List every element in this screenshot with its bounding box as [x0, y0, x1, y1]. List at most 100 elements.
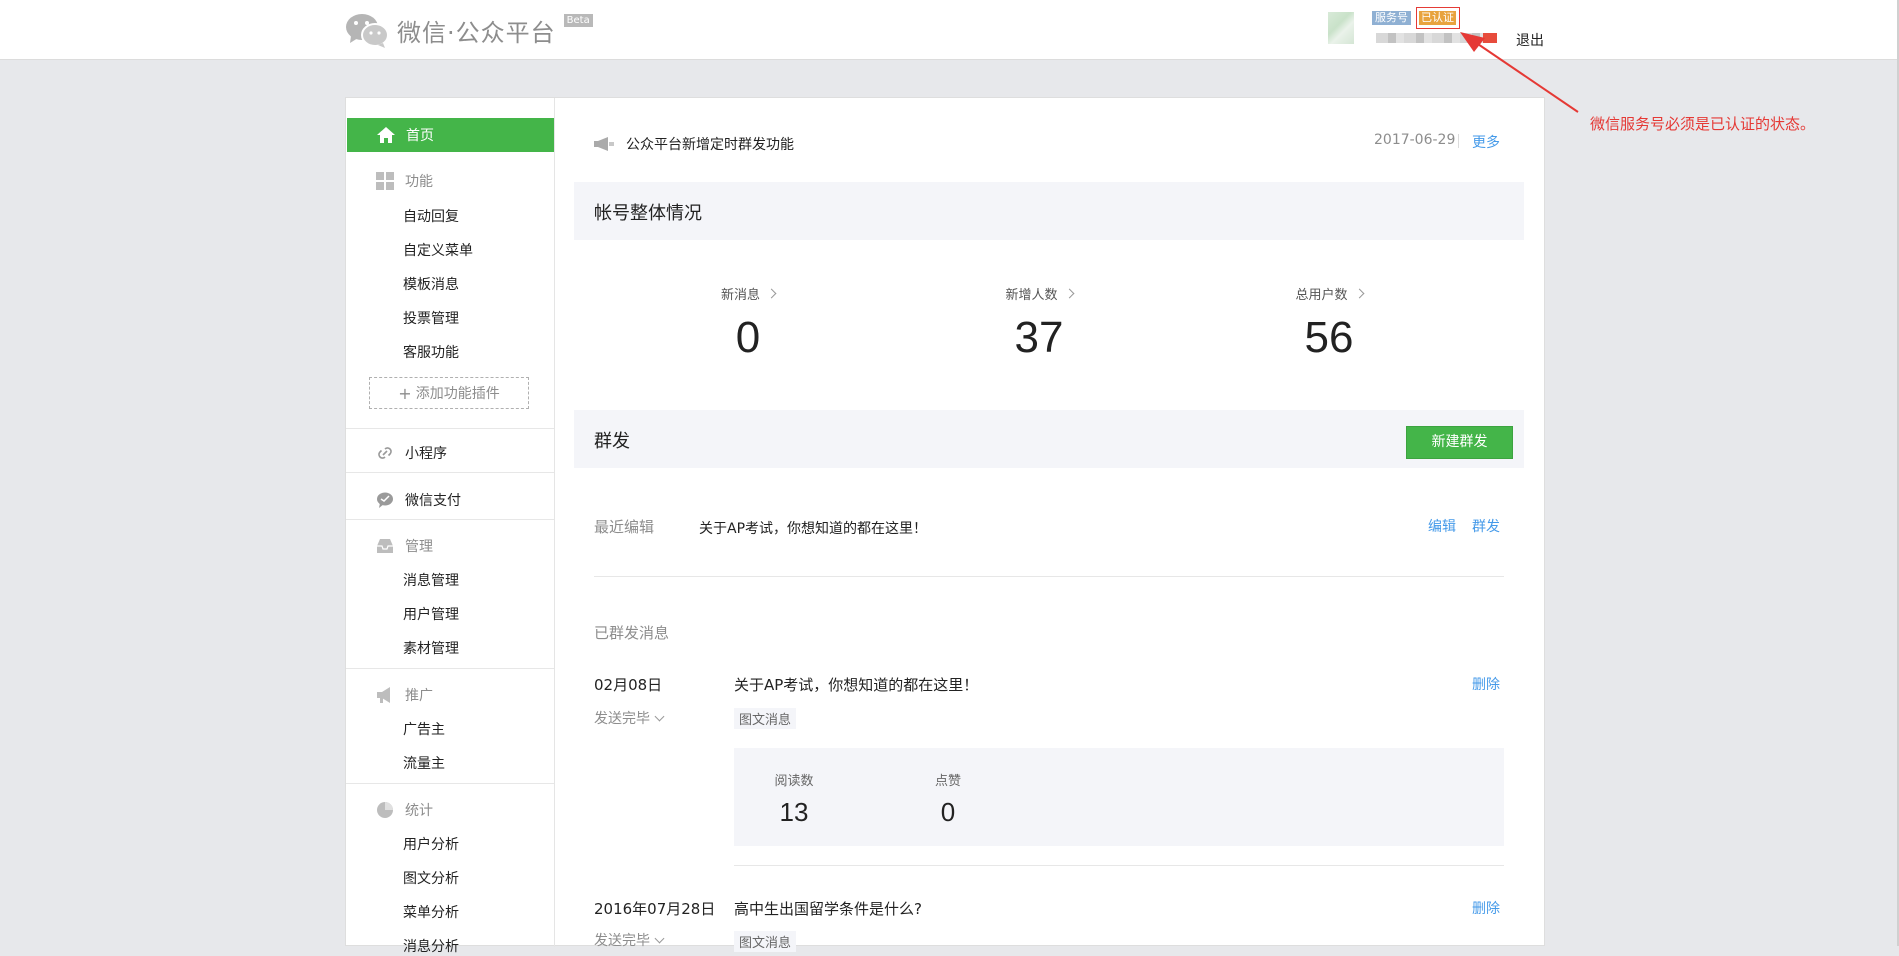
section-title: 推广: [405, 688, 433, 704]
divider: [346, 519, 554, 520]
chevron-right-icon: [1354, 288, 1364, 299]
stat-total-users[interactable]: 总用户数 56: [1249, 284, 1409, 363]
account-avatar[interactable]: [1328, 12, 1354, 44]
divider: [734, 865, 1504, 866]
sidebar-item-mini-program[interactable]: 小程序: [376, 443, 447, 463]
delete-link[interactable]: 删除: [1472, 898, 1500, 918]
section-title: 功能: [405, 174, 433, 190]
sidebar-item-message-analysis[interactable]: 消息分析: [403, 936, 459, 956]
sidebar-section-stats[interactable]: 统计: [376, 800, 433, 820]
stat-new-followers[interactable]: 新增人数 37: [959, 284, 1119, 363]
message-status[interactable]: 发送完毕: [594, 930, 665, 950]
edit-link[interactable]: 编辑: [1428, 516, 1456, 536]
logout-link[interactable]: 退出: [1516, 30, 1544, 50]
sidebar-item-label: 小程序: [405, 446, 447, 462]
megaphone-icon: [377, 687, 390, 703]
message-type-tag: 图文消息: [734, 708, 797, 729]
account-type-badge: 服务号: [1372, 11, 1411, 25]
send-link[interactable]: 群发: [1472, 516, 1500, 536]
mass-send-title: 群发: [594, 431, 630, 452]
system-notice[interactable]: 公众平台新增定时群发功能: [594, 134, 794, 154]
sidebar-section-manage[interactable]: 管理: [376, 536, 433, 556]
overview-header: 帐号整体情况: [574, 182, 1524, 240]
sidebar-item-user-analysis[interactable]: 用户分析: [403, 834, 459, 854]
account-name-blurred[interactable]: [1376, 33, 1496, 43]
stat-value: 37: [1014, 313, 1064, 362]
sidebar-item-auto-reply[interactable]: 自动回复: [403, 206, 459, 226]
chevron-right-icon: [1064, 288, 1074, 299]
add-plugin-button[interactable]: + 添加功能插件: [369, 377, 529, 409]
mass-send-header: 群发: [574, 410, 1524, 468]
sidebar-item-customer-service[interactable]: 客服功能: [403, 342, 459, 362]
section-title: 统计: [405, 803, 433, 819]
grid-icon: [376, 172, 394, 190]
section-title: 管理: [405, 539, 433, 555]
sidebar-item-user-manage[interactable]: 用户管理: [403, 604, 459, 624]
more-link[interactable]: 更多: [1472, 132, 1500, 152]
sidebar: 首页 功能 自动回复 自定义菜单 模板消息 投票管理 客服功能 + 添加功能插件…: [346, 98, 555, 955]
like-label: 点赞: [934, 774, 961, 789]
main-content: 公众平台新增定时群发功能 2017-06-29 更多 帐号整体情况 新消息 0 …: [554, 98, 1544, 952]
logo-text: 微信·公众平台: [397, 18, 556, 47]
beta-badge: Beta: [563, 14, 593, 27]
like-value: 0: [940, 797, 956, 827]
message-status[interactable]: 发送完毕: [594, 708, 665, 728]
message-type-tag: 图文消息: [734, 931, 797, 952]
status-label: 发送完毕: [594, 711, 650, 727]
sidebar-item-wechat-pay[interactable]: 微信支付: [376, 490, 461, 510]
message-title[interactable]: 关于AP考试，你想知道的都在这里！: [734, 674, 978, 695]
divider: [346, 783, 554, 784]
sidebar-section-features[interactable]: 功能: [376, 171, 433, 191]
stat-label: 新消息: [720, 288, 760, 303]
sidebar-item-traffic-owner[interactable]: 流量主: [403, 753, 445, 773]
read-value: 13: [779, 797, 809, 827]
plus-icon: +: [398, 383, 412, 403]
chevron-down-icon: [654, 711, 665, 722]
verified-badge: 已认证: [1419, 11, 1456, 25]
sidebar-item-vote[interactable]: 投票管理: [403, 308, 459, 328]
divider: [346, 428, 554, 429]
stat-label: 总用户数: [1295, 288, 1348, 303]
like-count: 点赞 0: [908, 770, 988, 828]
link-icon: [378, 447, 392, 459]
inbox-icon: [377, 539, 393, 553]
chevron-down-icon: [654, 933, 665, 944]
sent-messages-label: 已群发消息: [594, 624, 670, 642]
sidebar-item-message-manage[interactable]: 消息管理: [403, 570, 459, 590]
top-header: 微信·公众平台 Beta 服务号 已认证 退出: [0, 0, 1899, 60]
notice-date: 2017-06-29: [1374, 132, 1456, 148]
speaker-icon: [594, 137, 614, 151]
sidebar-item-material-manage[interactable]: 素材管理: [403, 638, 459, 658]
sidebar-section-promote[interactable]: 推广: [376, 685, 433, 705]
wechat-logo[interactable]: 微信·公众平台 Beta: [345, 12, 593, 48]
recent-edit-title[interactable]: 关于AP考试，你想知道的都在这里！: [699, 518, 927, 538]
divider: [594, 576, 1504, 577]
sidebar-item-advertiser[interactable]: 广告主: [403, 719, 445, 739]
pie-chart-icon: [377, 802, 393, 818]
overview-title: 帐号整体情况: [594, 203, 702, 224]
sidebar-item-custom-menu[interactable]: 自定义菜单: [403, 240, 473, 260]
read-count: 阅读数 13: [754, 770, 834, 828]
message-date: 02月08日: [594, 676, 663, 694]
new-mass-send-button[interactable]: 新建群发: [1406, 426, 1513, 459]
annotation-text: 微信服务号必须是已认证的状态。: [1590, 115, 1816, 133]
main-panel: 首页 功能 自动回复 自定义菜单 模板消息 投票管理 客服功能 + 添加功能插件…: [345, 97, 1545, 955]
stat-value: 56: [1304, 313, 1354, 362]
sidebar-item-template-msg[interactable]: 模板消息: [403, 274, 459, 294]
sidebar-item-menu-analysis[interactable]: 菜单分析: [403, 902, 459, 922]
status-label: 发送完毕: [594, 933, 650, 949]
stat-value: 0: [735, 313, 761, 362]
stat-new-messages[interactable]: 新消息 0: [668, 284, 828, 363]
read-label: 阅读数: [774, 774, 814, 789]
verified-highlight: 已认证: [1416, 7, 1460, 29]
sidebar-item-label: 首页: [406, 128, 434, 144]
divider: [346, 668, 554, 669]
sidebar-item-home[interactable]: 首页: [347, 118, 554, 152]
message-date: 2016年07月28日: [594, 900, 716, 918]
sidebar-item-article-analysis[interactable]: 图文分析: [403, 868, 459, 888]
recent-edit-label: 最近编辑: [594, 518, 655, 536]
message-title[interactable]: 高中生出国留学条件是什么?: [734, 898, 922, 919]
divider: [1458, 134, 1459, 148]
divider: [346, 472, 554, 473]
delete-link[interactable]: 删除: [1472, 674, 1500, 694]
